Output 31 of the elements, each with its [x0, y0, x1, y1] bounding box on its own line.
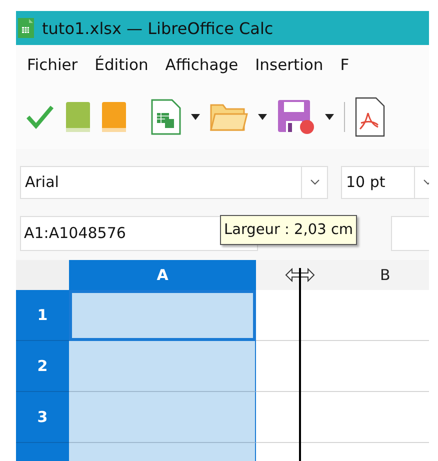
column-header[interactable]: B [256, 260, 429, 290]
new-spreadsheet-icon[interactable] [151, 99, 181, 135]
spreadsheet-icon [18, 18, 34, 38]
floppy-disk-icon[interactable] [277, 99, 315, 135]
menu-item[interactable]: Insertion [255, 56, 324, 74]
row-header[interactable]: 3 [16, 392, 69, 443]
pdf-document-icon[interactable] [355, 97, 385, 137]
menu-item[interactable]: Affichage [165, 56, 238, 74]
caret-icon[interactable] [191, 114, 200, 120]
folder-icon[interactable] [210, 102, 248, 132]
font-name-field[interactable]: Arial [20, 166, 328, 198]
window-title: tuto1.xlsx — LibreOffice Calc [42, 18, 274, 38]
resize-cursor-icon [285, 268, 315, 282]
width-tooltip: Largeur : 2,03 cm [220, 215, 358, 245]
caret-icon[interactable] [258, 114, 267, 120]
corner-cell[interactable] [16, 260, 69, 290]
menu-item[interactable]: Édition [94, 56, 148, 74]
column-header[interactable]: A [69, 260, 256, 290]
book-icon[interactable] [101, 101, 127, 133]
row-header[interactable]: 1 [16, 290, 69, 341]
book-icon[interactable] [65, 101, 91, 133]
menu-item[interactable]: Fichier [27, 56, 78, 74]
cell[interactable] [69, 341, 256, 392]
font-size-field[interactable]: 10 pt [341, 166, 429, 198]
caret-icon[interactable] [325, 114, 334, 120]
row-header[interactable]: 2 [16, 341, 69, 392]
chevron-down-icon[interactable] [310, 179, 320, 185]
cell[interactable] [69, 290, 256, 341]
checkmark-icon[interactable] [25, 104, 55, 130]
cell[interactable] [69, 392, 256, 443]
menu-item[interactable]: F [340, 56, 350, 74]
